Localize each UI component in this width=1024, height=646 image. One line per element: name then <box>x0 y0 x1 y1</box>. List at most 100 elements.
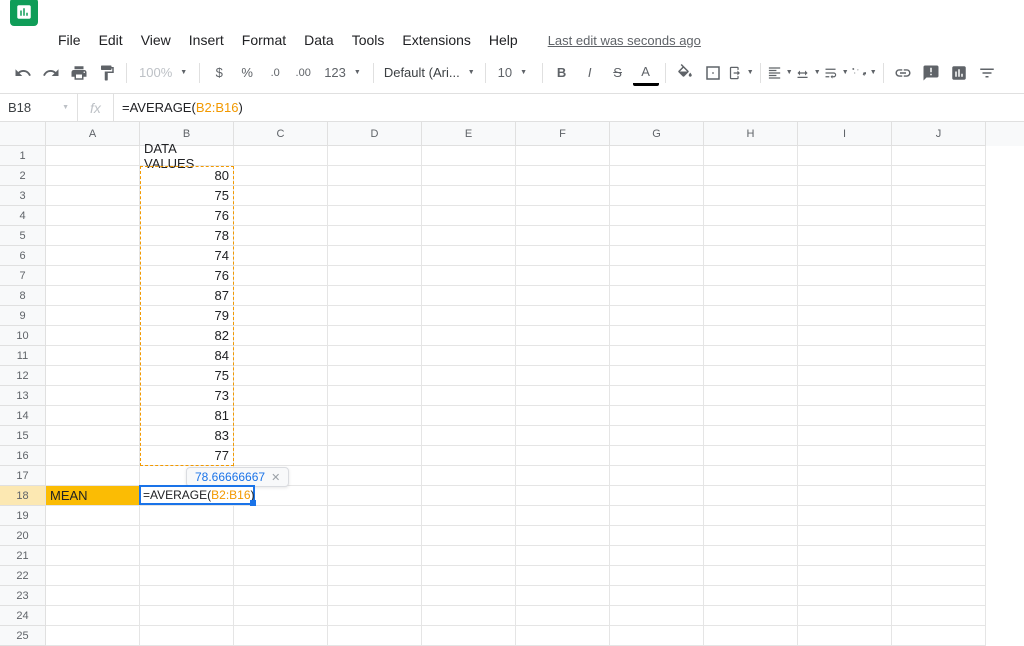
cell-F13[interactable] <box>516 386 610 406</box>
cell-E21[interactable] <box>422 546 516 566</box>
wrap-button[interactable] <box>823 60 849 86</box>
cell-A13[interactable] <box>46 386 140 406</box>
cell-G9[interactable] <box>610 306 704 326</box>
cell-A2[interactable] <box>46 166 140 186</box>
cell-I17[interactable] <box>798 466 892 486</box>
cell-D24[interactable] <box>328 606 422 626</box>
cell-H25[interactable] <box>704 626 798 646</box>
cell-H23[interactable] <box>704 586 798 606</box>
cell-A18[interactable]: MEAN <box>46 486 140 506</box>
cell-D17[interactable] <box>328 466 422 486</box>
cell-J2[interactable] <box>892 166 986 186</box>
cell-B20[interactable] <box>140 526 234 546</box>
cell-E5[interactable] <box>422 226 516 246</box>
cell-E11[interactable] <box>422 346 516 366</box>
cell-D13[interactable] <box>328 386 422 406</box>
last-edit-link[interactable]: Last edit was seconds ago <box>540 29 709 52</box>
cell-C13[interactable] <box>234 386 328 406</box>
cell-D21[interactable] <box>328 546 422 566</box>
cell-H16[interactable] <box>704 446 798 466</box>
cell-B2[interactable]: 80 <box>140 166 234 186</box>
app-logo[interactable] <box>10 0 38 26</box>
cell-D16[interactable] <box>328 446 422 466</box>
paint-format-button[interactable] <box>94 60 120 86</box>
active-cell-editor[interactable]: =AVERAGE(B2:B16) <box>139 485 255 505</box>
cell-C11[interactable] <box>234 346 328 366</box>
cell-G7[interactable] <box>610 266 704 286</box>
cell-E22[interactable] <box>422 566 516 586</box>
select-all-corner[interactable] <box>0 122 46 146</box>
chart-button[interactable] <box>946 60 972 86</box>
menu-tools[interactable]: Tools <box>344 28 393 52</box>
cell-I24[interactable] <box>798 606 892 626</box>
cell-F9[interactable] <box>516 306 610 326</box>
cell-J22[interactable] <box>892 566 986 586</box>
cell-G12[interactable] <box>610 366 704 386</box>
cell-B21[interactable] <box>140 546 234 566</box>
cell-D1[interactable] <box>328 146 422 166</box>
cell-I9[interactable] <box>798 306 892 326</box>
cell-F20[interactable] <box>516 526 610 546</box>
row-header-15[interactable]: 15 <box>0 426 46 446</box>
cell-A22[interactable] <box>46 566 140 586</box>
cell-I14[interactable] <box>798 406 892 426</box>
cell-C2[interactable] <box>234 166 328 186</box>
cell-F18[interactable] <box>516 486 610 506</box>
cell-J7[interactable] <box>892 266 986 286</box>
cell-H6[interactable] <box>704 246 798 266</box>
cell-B12[interactable]: 75 <box>140 366 234 386</box>
col-header-F[interactable]: F <box>516 122 610 146</box>
merge-button[interactable] <box>728 60 754 86</box>
cell-G14[interactable] <box>610 406 704 426</box>
cell-C21[interactable] <box>234 546 328 566</box>
cell-H19[interactable] <box>704 506 798 526</box>
cell-F6[interactable] <box>516 246 610 266</box>
row-header-17[interactable]: 17 <box>0 466 46 486</box>
decrease-decimal-button[interactable]: .0 <box>262 60 288 86</box>
cell-G11[interactable] <box>610 346 704 366</box>
more-formats-button[interactable]: 123 <box>318 65 367 80</box>
cell-J21[interactable] <box>892 546 986 566</box>
cell-E25[interactable] <box>422 626 516 646</box>
cell-F25[interactable] <box>516 626 610 646</box>
cell-I6[interactable] <box>798 246 892 266</box>
rotate-button[interactable] <box>851 60 877 86</box>
row-header-10[interactable]: 10 <box>0 326 46 346</box>
cell-G25[interactable] <box>610 626 704 646</box>
cell-C5[interactable] <box>234 226 328 246</box>
v-align-button[interactable] <box>795 60 821 86</box>
cell-D7[interactable] <box>328 266 422 286</box>
cell-H8[interactable] <box>704 286 798 306</box>
currency-button[interactable]: $ <box>206 60 232 86</box>
cell-D18[interactable] <box>328 486 422 506</box>
cell-F12[interactable] <box>516 366 610 386</box>
cell-B8[interactable]: 87 <box>140 286 234 306</box>
row-header-25[interactable]: 25 <box>0 626 46 646</box>
cell-D23[interactable] <box>328 586 422 606</box>
formula-bar[interactable]: =AVERAGE(B2:B16) <box>114 100 1024 115</box>
cell-J10[interactable] <box>892 326 986 346</box>
row-header-6[interactable]: 6 <box>0 246 46 266</box>
cell-A5[interactable] <box>46 226 140 246</box>
cell-H1[interactable] <box>704 146 798 166</box>
cell-I5[interactable] <box>798 226 892 246</box>
cell-I19[interactable] <box>798 506 892 526</box>
cell-B4[interactable]: 76 <box>140 206 234 226</box>
cell-I1[interactable] <box>798 146 892 166</box>
italic-button[interactable]: I <box>577 60 603 86</box>
cell-H18[interactable] <box>704 486 798 506</box>
cell-D5[interactable] <box>328 226 422 246</box>
text-color-button[interactable]: A <box>633 60 659 86</box>
cell-H10[interactable] <box>704 326 798 346</box>
cell-A6[interactable] <box>46 246 140 266</box>
cell-H5[interactable] <box>704 226 798 246</box>
col-header-H[interactable]: H <box>704 122 798 146</box>
cell-E19[interactable] <box>422 506 516 526</box>
cell-B7[interactable]: 76 <box>140 266 234 286</box>
cell-B19[interactable] <box>140 506 234 526</box>
cell-I2[interactable] <box>798 166 892 186</box>
cell-J1[interactable] <box>892 146 986 166</box>
cell-D10[interactable] <box>328 326 422 346</box>
cell-J24[interactable] <box>892 606 986 626</box>
cell-E1[interactable] <box>422 146 516 166</box>
